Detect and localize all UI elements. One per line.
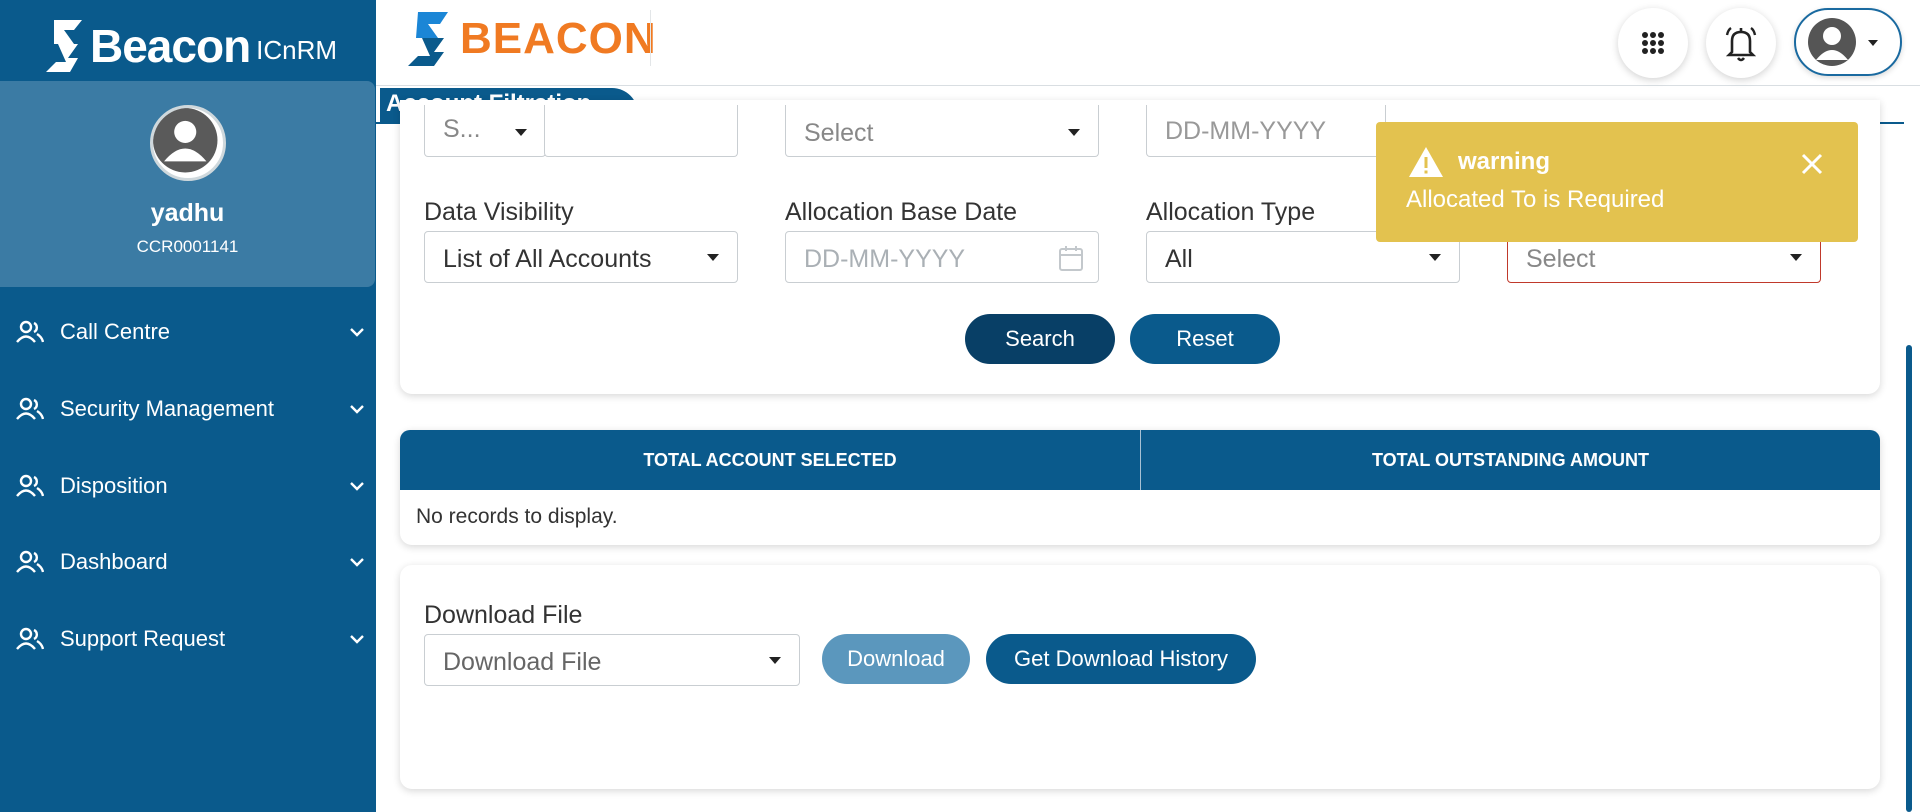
beacon-s-logo-icon bbox=[46, 20, 82, 72]
chevron-down-icon bbox=[350, 405, 364, 414]
data-visibility-select[interactable]: List of All Accounts bbox=[424, 231, 738, 283]
allocation-type-label: Allocation Type bbox=[1146, 198, 1316, 226]
user-name: yadhu bbox=[150, 199, 225, 227]
chevron-down-icon bbox=[350, 558, 364, 567]
select-value: Download File bbox=[443, 648, 602, 676]
chevron-down-icon bbox=[1068, 129, 1080, 136]
user-profile-card: yadhu CCR0001141 bbox=[0, 81, 375, 287]
download-file-label: Download File bbox=[424, 601, 583, 629]
chevron-down-icon bbox=[769, 657, 781, 664]
chevron-down-icon bbox=[350, 635, 364, 644]
sidebar-item-label: Dashboard bbox=[60, 549, 168, 574]
date-input[interactable]: DD-MM-YYYY bbox=[1146, 105, 1386, 157]
select-value: Select bbox=[804, 119, 874, 147]
warning-toast: warning Allocated To is Required bbox=[1376, 122, 1858, 242]
sidebar: Beacon ICnRM yadhu CCR0001141 Call Centr… bbox=[0, 0, 376, 812]
allocation-base-date-label: Allocation Base Date bbox=[785, 198, 1018, 226]
sidebar-item-security-management[interactable]: Security Management bbox=[0, 383, 376, 435]
chevron-down-icon bbox=[350, 482, 364, 491]
search-button[interactable]: Search bbox=[965, 314, 1115, 364]
beacon-s-logo-icon bbox=[408, 12, 448, 66]
users-icon bbox=[16, 627, 44, 650]
sidebar-item-label: Security Management bbox=[60, 396, 274, 421]
brand-sub: ICnRM bbox=[256, 35, 338, 65]
users-icon bbox=[16, 320, 44, 343]
logo-text: BEACON bbox=[460, 14, 657, 63]
sidebar-item-label: Disposition bbox=[60, 473, 168, 498]
sidebar-item-call-centre[interactable]: Call Centre bbox=[0, 306, 376, 358]
sidebar-item-label: Call Centre bbox=[60, 319, 171, 344]
chevron-down-icon bbox=[1429, 254, 1441, 261]
users-icon bbox=[16, 550, 44, 573]
beacon-logo[interactable]: BEACON bbox=[406, 12, 657, 66]
download-file-select[interactable]: Download File bbox=[424, 634, 800, 686]
sidebar-item-disposition[interactable]: Disposition bbox=[0, 460, 376, 512]
download-button[interactable]: Download bbox=[822, 634, 970, 684]
column-header-total-outstanding: TOTAL OUTSTANDING AMOUNT bbox=[1372, 450, 1649, 470]
chevron-down-icon bbox=[350, 328, 364, 337]
select-value: Select bbox=[1526, 245, 1596, 273]
grid-icon bbox=[1642, 32, 1664, 54]
get-download-history-button[interactable]: Get Download History bbox=[986, 634, 1256, 684]
apps-button[interactable] bbox=[1618, 8, 1688, 78]
user-avatar-icon bbox=[1808, 18, 1878, 66]
select-value: All bbox=[1165, 245, 1193, 273]
date-placeholder: DD-MM-YYYY bbox=[1165, 117, 1327, 145]
date-placeholder: DD-MM-YYYY bbox=[804, 245, 966, 273]
search-value-input[interactable] bbox=[544, 105, 738, 157]
sidebar-item-label: Support Request bbox=[60, 626, 226, 651]
user-code: CCR0001141 bbox=[136, 237, 239, 256]
top-bar: BEACON bbox=[376, 0, 1920, 86]
brand-name: Beacon bbox=[90, 20, 251, 72]
select-value: List of All Accounts bbox=[443, 245, 652, 273]
data-visibility-label: Data Visibility bbox=[424, 198, 574, 226]
users-icon bbox=[16, 474, 44, 497]
table-header: TOTAL ACCOUNT SELECTED TOTAL OUTSTANDING… bbox=[400, 430, 1880, 490]
sidebar-brand[interactable]: Beacon ICnRM bbox=[44, 14, 337, 72]
sidebar-item-dashboard[interactable]: Dashboard bbox=[0, 536, 376, 588]
warning-icon bbox=[1409, 147, 1443, 177]
toast-title: warning bbox=[1458, 148, 1551, 175]
user-avatar-icon bbox=[150, 105, 226, 181]
scrollbar[interactable] bbox=[1906, 345, 1912, 812]
users-icon bbox=[16, 397, 44, 420]
reset-button[interactable]: Reset bbox=[1130, 314, 1280, 364]
logo-divider bbox=[650, 10, 651, 66]
filter-select[interactable]: Select bbox=[785, 105, 1099, 157]
select-value: S... bbox=[443, 115, 481, 143]
chevron-down-icon bbox=[707, 254, 719, 261]
allocation-base-date-input[interactable]: DD-MM-YYYY bbox=[785, 231, 1099, 283]
calendar-icon[interactable] bbox=[1058, 244, 1084, 272]
sidebar-item-support-request[interactable]: Support Request bbox=[0, 613, 376, 665]
bell-icon bbox=[1725, 27, 1757, 62]
column-header-total-accounts: TOTAL ACCOUNT SELECTED bbox=[643, 450, 897, 470]
toast-message: Allocated To is Required bbox=[1406, 186, 1665, 213]
search-type-select[interactable]: S... bbox=[424, 105, 546, 157]
close-icon[interactable] bbox=[1800, 152, 1824, 176]
user-menu-button[interactable] bbox=[1794, 8, 1902, 76]
chevron-down-icon bbox=[515, 129, 527, 136]
empty-table-message: No records to display. bbox=[416, 505, 618, 528]
notifications-button[interactable] bbox=[1706, 8, 1776, 78]
chevron-down-icon bbox=[1790, 254, 1802, 261]
